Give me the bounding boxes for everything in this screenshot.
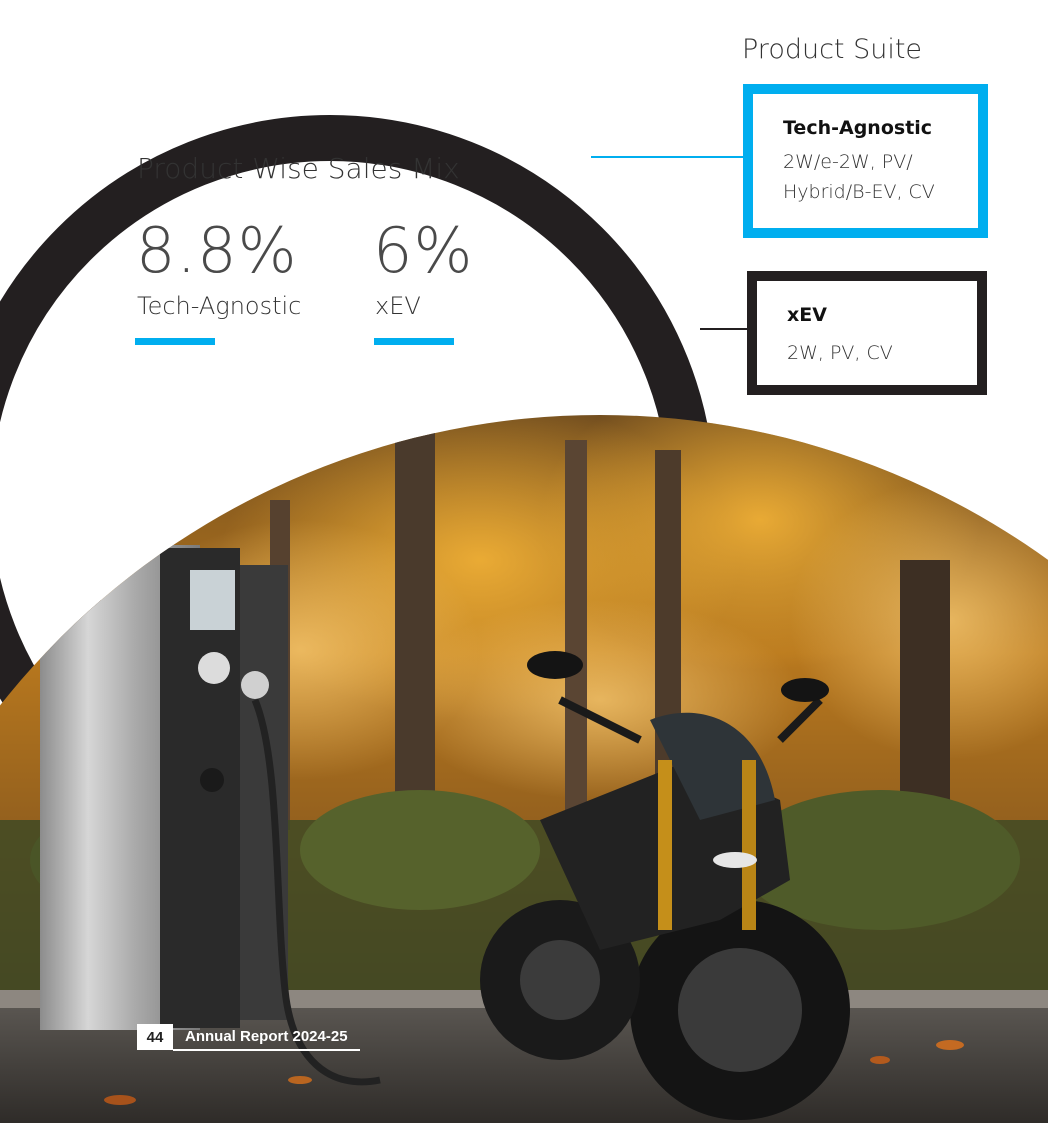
product-box-text: 2W/e-2W, PV/ Hybrid/B-EV, CV xyxy=(783,151,935,203)
stat-bar-xev xyxy=(374,338,454,345)
product-box-heading: xEV xyxy=(787,304,827,326)
stat-label-tech-agnostic: Tech-Agnostic xyxy=(137,292,302,320)
product-box-xev: xEV 2W, PV, CV xyxy=(747,271,987,395)
stat-value-xev: 6% xyxy=(373,214,474,287)
stat-label-xev: xEV xyxy=(375,292,421,320)
stat-bar-tech-agnostic xyxy=(135,338,215,345)
product-suite-title: Product Suite xyxy=(742,34,923,65)
connector-line-top xyxy=(591,156,743,158)
product-box-tech-agnostic: Tech-Agnostic 2W/e-2W, PV/ Hybrid/B-EV, … xyxy=(743,84,988,238)
product-box-text: 2W, PV, CV xyxy=(787,342,893,364)
product-box-heading: Tech-Agnostic xyxy=(783,117,933,139)
page-footer: 44 Annual Report 2024-25 xyxy=(137,1023,360,1051)
sales-mix-title: Product Wise Sales Mix xyxy=(137,152,460,185)
report-title: Annual Report 2024-25 xyxy=(173,1023,360,1051)
report-page: Product Wise Sales Mix 8.8% Tech-Agnosti… xyxy=(0,0,1048,1123)
page-number: 44 xyxy=(137,1024,173,1050)
stat-value-tech-agnostic: 8.8% xyxy=(136,214,298,287)
